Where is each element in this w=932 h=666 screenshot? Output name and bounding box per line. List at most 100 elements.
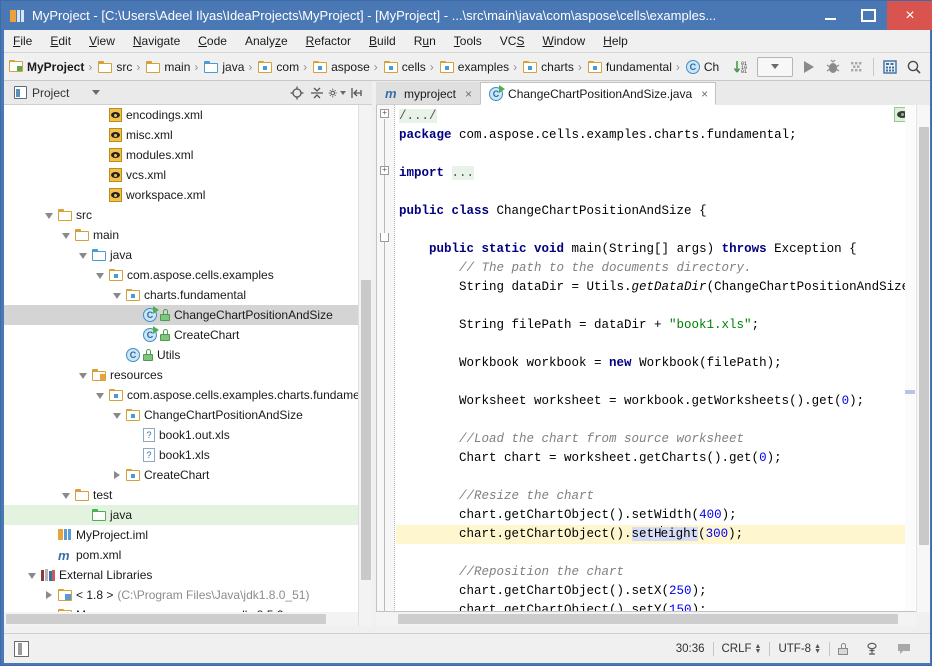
menu-code[interactable]: Code bbox=[189, 32, 236, 50]
breadcrumb-ch[interactable]: C Ch bbox=[681, 59, 719, 74]
tree-node[interactable]: workspace.xml bbox=[4, 185, 358, 205]
tree-node[interactable]: charts.fundamental bbox=[4, 285, 358, 305]
editor-vscrollbar[interactable] bbox=[916, 105, 930, 612]
tree-node[interactable]: src bbox=[4, 205, 358, 225]
encoding-widget[interactable]: UTF-8 ▲ ▼ bbox=[770, 643, 829, 655]
tree-node[interactable]: vcs.xml bbox=[4, 165, 358, 185]
settings-button[interactable] bbox=[878, 55, 902, 79]
fold-minus-icon[interactable] bbox=[380, 233, 389, 242]
tree-node[interactable]: test bbox=[4, 485, 358, 505]
tree-node[interactable]: misc.xml bbox=[4, 125, 358, 145]
tree-node[interactable]: com.aspose.cells.examples.charts.fundame bbox=[4, 385, 358, 405]
code-line[interactable]: //Load the chart from source worksheet bbox=[396, 430, 906, 449]
code-line[interactable]: package com.aspose.cells.examples.charts… bbox=[396, 126, 906, 145]
maximize-button[interactable] bbox=[849, 1, 887, 30]
tree-node[interactable]: C Utils bbox=[4, 345, 358, 365]
code-line[interactable]: String dataDir = Utils.getDataDir(Change… bbox=[396, 278, 929, 297]
toggle-toolwindows-icon[interactable] bbox=[14, 640, 29, 657]
code-line[interactable]: // The path to the documents directory. bbox=[396, 259, 906, 278]
tree-node[interactable]: main bbox=[4, 225, 358, 245]
tree-node[interactable]: CreateChart bbox=[4, 465, 358, 485]
menu-navigate[interactable]: Navigate bbox=[124, 32, 189, 50]
hide-panel-icon[interactable] bbox=[348, 84, 366, 102]
tree-node[interactable]: C ChangeChartPositionAndSize bbox=[4, 305, 358, 325]
menu-run[interactable]: Run bbox=[405, 32, 445, 50]
code-line[interactable] bbox=[396, 373, 906, 392]
scroll-from-source-icon[interactable] bbox=[288, 84, 306, 102]
code-line[interactable]: Worksheet worksheet = workbook.getWorksh… bbox=[396, 392, 906, 411]
editor-tab-myproject[interactable]: m myproject × bbox=[376, 82, 481, 105]
menu-window[interactable]: Window bbox=[533, 32, 594, 50]
scrollbar-thumb[interactable] bbox=[361, 280, 371, 580]
tree-node[interactable]: java bbox=[4, 505, 358, 525]
code-line[interactable]: String filePath = dataDir + "book1.xls"; bbox=[396, 316, 906, 335]
breadcrumb-charts[interactable]: charts bbox=[518, 60, 574, 74]
chevron-down-icon[interactable] bbox=[112, 410, 123, 421]
chevron-down-icon[interactable] bbox=[61, 490, 72, 501]
code-line[interactable] bbox=[396, 297, 906, 316]
project-tree-hscrollbar[interactable] bbox=[4, 612, 358, 626]
tree-node[interactable]: modules.xml bbox=[4, 145, 358, 165]
fold-plus-icon[interactable]: + bbox=[380, 109, 389, 118]
menu-file[interactable]: File bbox=[4, 32, 41, 50]
menu-build[interactable]: Build bbox=[360, 32, 405, 50]
chevron-down-icon[interactable] bbox=[95, 390, 106, 401]
chevron-down-icon[interactable] bbox=[27, 570, 38, 581]
code-editor[interactable]: + + /.../ package com.aspose.cells.exampl… bbox=[376, 105, 930, 612]
tree-node[interactable]: External Libraries bbox=[4, 565, 358, 585]
tree-node[interactable]: < 1.8 > (C:\Program Files\Java\jdk1.8.0_5… bbox=[4, 585, 358, 605]
chevron-down-icon[interactable] bbox=[78, 370, 89, 381]
menu-edit[interactable]: Edit bbox=[41, 32, 80, 50]
menu-tools[interactable]: Tools bbox=[445, 32, 491, 50]
breadcrumb-cells[interactable]: cells bbox=[379, 60, 426, 74]
menu-help[interactable]: Help bbox=[594, 32, 637, 50]
tree-node[interactable]: C CreateChart bbox=[4, 325, 358, 345]
chevron-down-icon[interactable] bbox=[78, 250, 89, 261]
code-line[interactable] bbox=[396, 468, 906, 487]
search-everywhere-button[interactable] bbox=[902, 55, 926, 79]
run-button[interactable] bbox=[797, 55, 821, 79]
code-line[interactable]: Workbook workbook = new Workbook(filePat… bbox=[396, 354, 906, 373]
code-line[interactable] bbox=[396, 145, 906, 164]
breadcrumb-fundamental[interactable]: fundamental bbox=[583, 60, 672, 74]
breadcrumb-src[interactable]: src bbox=[93, 60, 132, 74]
editor-gutter[interactable]: + + bbox=[377, 105, 395, 611]
menu-analyze[interactable]: Analyze bbox=[236, 32, 297, 50]
code-line[interactable]: Chart chart = worksheet.getCharts().get(… bbox=[396, 449, 906, 468]
menu-refactor[interactable]: Refactor bbox=[297, 32, 360, 50]
breadcrumb-com[interactable]: com bbox=[253, 60, 299, 74]
chevron-down-icon[interactable] bbox=[92, 90, 101, 95]
tree-node[interactable]: com.aspose.cells.examples bbox=[4, 265, 358, 285]
code-line[interactable] bbox=[396, 221, 906, 240]
project-tree-vscrollbar[interactable] bbox=[358, 105, 372, 626]
fold-plus-icon[interactable]: + bbox=[380, 166, 389, 175]
close-button[interactable]: × bbox=[887, 1, 932, 30]
chevron-right-icon[interactable] bbox=[112, 470, 123, 481]
scrollbar-thumb[interactable] bbox=[6, 614, 326, 624]
breadcrumb-examples[interactable]: examples bbox=[435, 60, 509, 74]
code-line[interactable]: public class ChangeChartPositionAndSize … bbox=[396, 202, 906, 221]
code-line[interactable]: chart.getChartObject().setWidth(400); bbox=[396, 506, 906, 525]
breadcrumb-myproject[interactable]: MyProject bbox=[4, 60, 84, 74]
code-line[interactable] bbox=[396, 335, 906, 354]
editor-tab-changechartpositionandsize-java[interactable]: C ChangeChartPositionAndSize.java × bbox=[480, 82, 717, 105]
tree-node[interactable]: ChangeChartPositionAndSize bbox=[4, 405, 358, 425]
code-line[interactable]: chart.getChartObject().setHeight(300); bbox=[396, 525, 906, 544]
sort-numeric-icon[interactable]: 01 10 01 bbox=[729, 55, 753, 79]
run-coverage-button[interactable] bbox=[845, 55, 869, 79]
code-text[interactable]: /.../ package com.aspose.cells.examples.c… bbox=[396, 105, 929, 611]
menu-vcs[interactable]: VCS bbox=[491, 32, 534, 50]
code-line[interactable]: chart.getChartObject().setY(150); bbox=[396, 601, 906, 611]
run-configuration-select[interactable] bbox=[757, 56, 793, 77]
code-line[interactable]: /.../ bbox=[396, 107, 906, 126]
settings-gear-icon[interactable] bbox=[328, 84, 346, 102]
scrollbar-thumb[interactable] bbox=[398, 614, 898, 624]
code-line[interactable] bbox=[396, 183, 906, 202]
chevron-down-icon[interactable] bbox=[112, 290, 123, 301]
breadcrumb-main[interactable]: main bbox=[141, 60, 190, 74]
chevron-down-icon[interactable] bbox=[95, 270, 106, 281]
code-line[interactable]: chart.getChartObject().setX(250); bbox=[396, 582, 906, 601]
tree-node[interactable]: MyProject.iml bbox=[4, 525, 358, 545]
read-only-toggle[interactable] bbox=[830, 642, 856, 655]
close-tab-icon[interactable]: × bbox=[465, 87, 472, 101]
